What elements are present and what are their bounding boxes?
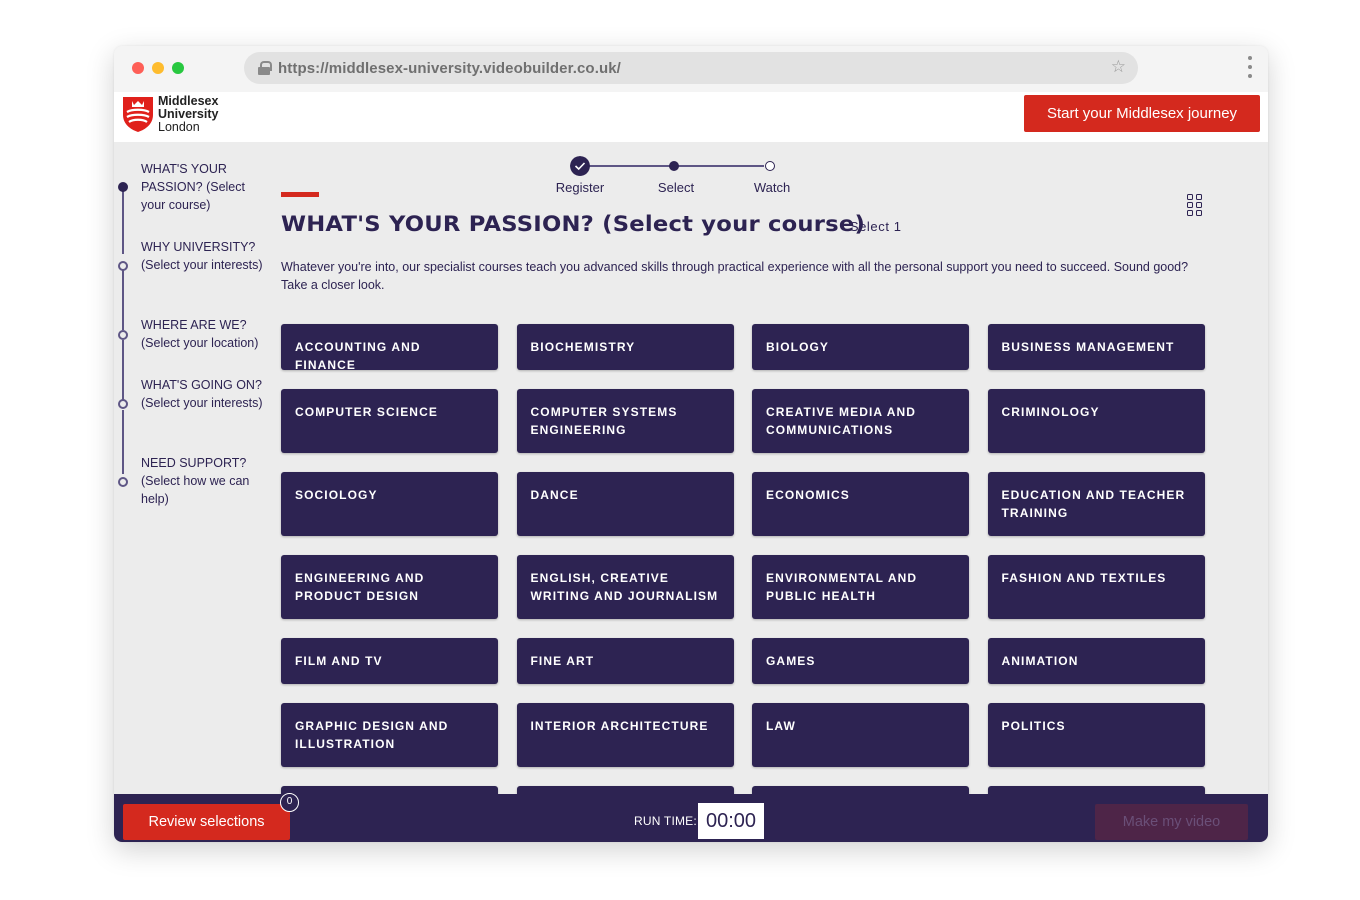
run-time-value: 00:00 [698, 803, 764, 839]
course-option[interactable]: FILM AND TV [281, 638, 498, 684]
course-option[interactable]: FINE ART [516, 638, 734, 684]
sidebar-connector [122, 410, 124, 474]
browser-window: https://middlesex-university.videobuilde… [114, 46, 1268, 842]
todo-step-dot-icon [765, 161, 775, 171]
maximize-window-button[interactable] [172, 62, 184, 74]
page-title: WHAT'S YOUR PASSION? (Select your course… [281, 212, 902, 236]
current-step-dot-icon [669, 161, 679, 171]
section-sidebar: WHAT'S YOUR PASSION? (Select your course… [114, 142, 274, 792]
intro-text: Whatever you're into, our specialist cou… [281, 260, 1189, 292]
step-label-select: Select [657, 180, 695, 195]
sidebar-connector [122, 340, 124, 402]
course-grid: ACCOUNTING AND FINANCE BIOCHEMISTRY BIOL… [281, 324, 1211, 816]
course-option[interactable]: EDUCATION AND TEACHER TRAINING [987, 472, 1205, 536]
kebab-menu-icon[interactable] [1248, 56, 1252, 78]
logo-line-3: London [158, 120, 200, 134]
grid-view-icon[interactable] [1187, 194, 1203, 216]
address-bar[interactable]: https://middlesex-university.videobuilde… [244, 52, 1138, 84]
selection-count-badge: 0 [280, 793, 299, 812]
sidebar-item-where[interactable]: WHERE ARE WE? (Select your location) [141, 316, 271, 352]
course-option[interactable]: BIOLOGY [752, 324, 969, 370]
lock-icon [258, 61, 272, 75]
sidebar-item-why-university[interactable]: WHY UNIVERSITY? (Select your interests) [141, 238, 271, 274]
sidebar-item-whats-going-on[interactable]: WHAT'S GOING ON? (Select your interests) [141, 376, 271, 412]
sidebar-connector [122, 270, 124, 330]
sidebar-step-active-icon [118, 182, 128, 192]
step-label-watch: Watch [753, 180, 791, 195]
course-option[interactable]: LAW [752, 703, 969, 767]
logo-wordmark: Middlesex University London [158, 95, 218, 134]
url-text: https://middlesex-university.videobuilde… [278, 59, 621, 77]
course-option[interactable]: COMPUTER SYSTEMS ENGINEERING [516, 389, 734, 453]
close-window-button[interactable] [132, 62, 144, 74]
course-option[interactable]: ACCOUNTING AND FINANCE [281, 324, 498, 372]
start-journey-button[interactable]: Start your Middlesex journey [1024, 95, 1260, 132]
course-option[interactable]: GRAPHIC DESIGN AND ILLUSTRATION [281, 703, 498, 767]
sidebar-step-icon [118, 330, 128, 340]
browser-toolbar: https://middlesex-university.videobuilde… [114, 46, 1268, 92]
course-option[interactable]: FASHION AND TEXTILES [987, 555, 1205, 619]
page-heading: WHAT'S YOUR PASSION? (Select your course… [281, 212, 866, 236]
course-option[interactable]: COMPUTER SCIENCE [281, 389, 498, 453]
sidebar-step-icon [118, 261, 128, 271]
course-option[interactable]: DANCE [516, 472, 734, 536]
course-option[interactable]: ENGINEERING AND PRODUCT DESIGN [281, 555, 498, 619]
course-option[interactable]: BUSINESS MANAGEMENT [987, 324, 1205, 370]
progress-steps: Register Select Watch [556, 156, 816, 206]
course-option[interactable]: CRIMINOLOGY [987, 389, 1205, 453]
course-option[interactable]: ENGLISH, CREATIVE WRITING AND JOURNALISM [516, 555, 734, 619]
run-time-label: RUN TIME: [634, 814, 697, 828]
minimize-window-button[interactable] [152, 62, 164, 74]
check-circle-icon [570, 156, 590, 176]
make-video-button[interactable]: Make my video [1095, 804, 1248, 840]
university-logo[interactable]: Middlesex University London [122, 95, 218, 134]
course-option[interactable]: ANIMATION [987, 638, 1205, 684]
course-option[interactable]: GAMES [752, 638, 969, 684]
course-option[interactable]: CREATIVE MEDIA AND COMMUNICATIONS [752, 389, 969, 453]
sidebar-item-passion[interactable]: WHAT'S YOUR PASSION? (Select your course… [141, 160, 271, 214]
shield-crest-icon [123, 97, 153, 132]
course-option[interactable]: ECONOMICS [752, 472, 969, 536]
course-option[interactable]: ENVIRONMENTAL AND PUBLIC HEALTH [752, 555, 969, 619]
sidebar-item-support[interactable]: NEED SUPPORT? (Select how we can help) [141, 454, 271, 508]
step-label-register: Register [555, 180, 605, 195]
sidebar-connector [122, 186, 124, 254]
sidebar-step-icon [118, 477, 128, 487]
course-option[interactable]: INTERIOR ARCHITECTURE [516, 703, 734, 767]
course-option[interactable]: BIOCHEMISTRY [516, 324, 734, 370]
course-option[interactable]: POLITICS [987, 703, 1205, 767]
sidebar-step-icon [118, 399, 128, 409]
course-option[interactable]: SOCIOLOGY [281, 472, 498, 536]
star-icon[interactable]: ☆ [1111, 57, 1126, 77]
site-header: Middlesex University London Start your M… [114, 92, 1268, 142]
footer-bar: Review selections 0 RUN TIME: 00:00 Make… [114, 793, 1268, 842]
accent-bar [281, 192, 319, 197]
review-selections-button[interactable]: Review selections [123, 804, 290, 840]
